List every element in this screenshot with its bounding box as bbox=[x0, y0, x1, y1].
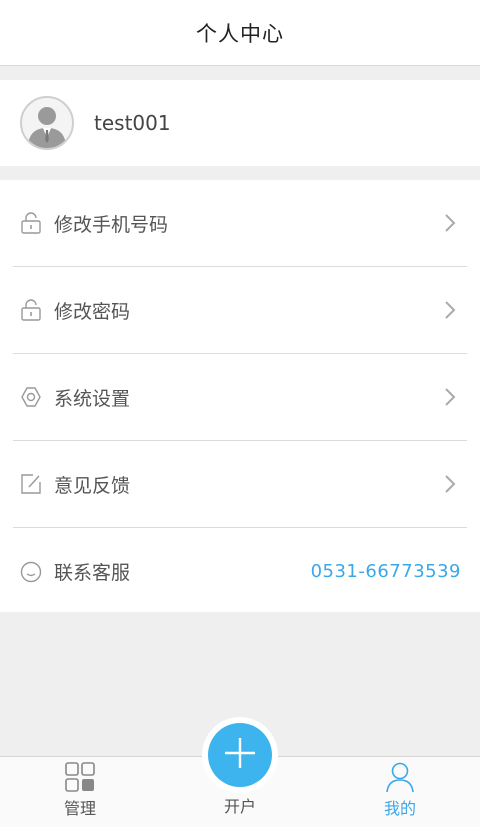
smile-icon bbox=[19, 560, 43, 584]
tab-label: 管理 bbox=[63, 799, 96, 818]
plus-icon bbox=[223, 736, 257, 774]
page-title: 个人中心 bbox=[196, 21, 284, 46]
username: test001 bbox=[94, 111, 171, 135]
menu-item-change-phone[interactable]: 修改手机号码 bbox=[13, 180, 467, 267]
menu-item-label: 系统设置 bbox=[54, 387, 131, 410]
settings-icon bbox=[19, 385, 43, 409]
menu-item-change-password[interactable]: 修改密码 bbox=[13, 267, 467, 354]
lock-icon bbox=[19, 298, 43, 322]
menu-item-label: 修改手机号码 bbox=[54, 213, 169, 236]
edit-icon bbox=[19, 472, 43, 496]
grid-icon bbox=[64, 761, 96, 793]
menu-item-label: 意见反馈 bbox=[54, 474, 131, 497]
menu-item-system-settings[interactable]: 系统设置 bbox=[13, 354, 467, 441]
tab-label: 我的 bbox=[383, 799, 416, 818]
person-icon bbox=[384, 761, 416, 793]
menu-item-label: 联系客服 bbox=[54, 562, 131, 584]
settings-menu: 修改手机号码 修改密码 系统设置 意见反馈 联系客服 0531-66773539 bbox=[0, 180, 480, 612]
tab-open-account-label[interactable]: 开户 bbox=[185, 793, 295, 817]
lock-icon bbox=[19, 211, 43, 235]
user-avatar-icon[interactable] bbox=[20, 96, 74, 150]
menu-item-customer-service[interactable]: 联系客服 0531-66773539 bbox=[13, 528, 467, 615]
tab-manage[interactable]: 管理 bbox=[25, 757, 135, 827]
chevron-right-icon bbox=[443, 473, 457, 495]
menu-item-label: 修改密码 bbox=[54, 300, 131, 323]
profile-card[interactable]: test001 bbox=[0, 80, 480, 166]
chevron-right-icon bbox=[443, 299, 457, 321]
tab-mine[interactable]: 我的 bbox=[345, 757, 455, 827]
service-phone-link[interactable]: 0531-66773539 bbox=[311, 561, 461, 582]
chevron-right-icon bbox=[443, 212, 457, 234]
open-account-button[interactable] bbox=[208, 723, 272, 787]
chevron-right-icon bbox=[443, 386, 457, 408]
menu-item-feedback[interactable]: 意见反馈 bbox=[13, 441, 467, 528]
top-bar: 个人中心 bbox=[0, 0, 480, 66]
